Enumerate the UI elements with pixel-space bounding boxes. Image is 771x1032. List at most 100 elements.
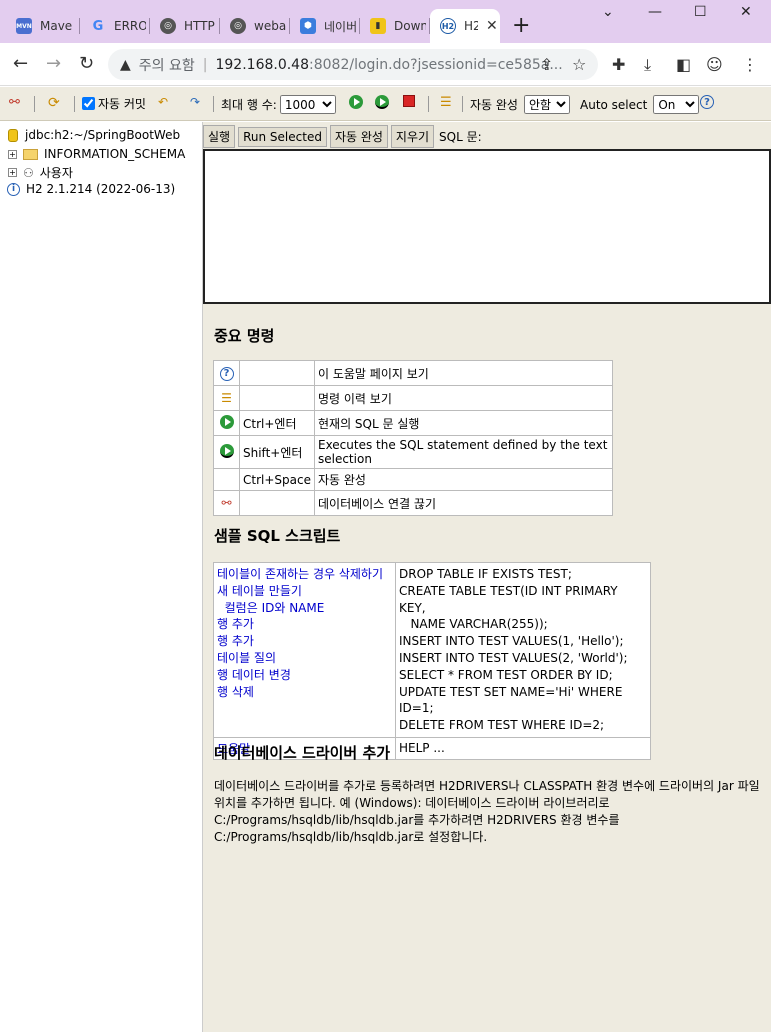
max-rows-select[interactable]: 1000 [279, 95, 336, 114]
separator [428, 96, 429, 112]
tree-users[interactable]: + ⚇ 사용자 [8, 164, 73, 181]
tab-webapp[interactable]: ◎ webapp [220, 9, 290, 43]
run-icon [219, 414, 234, 429]
chevron-down-icon[interactable]: ⌄ [602, 4, 614, 20]
table-row: 테이블이 존재하는 경우 삭제하기 새 테이블 만들기 컬럼은 ID와 NAME… [213, 562, 651, 738]
run-selected-button[interactable]: Run Selected [238, 126, 327, 147]
separator [74, 96, 75, 112]
divider: | [202, 56, 208, 73]
tab-h2[interactable]: H2 H2 ✕ [430, 9, 500, 43]
extensions-icon[interactable]: ✚ [612, 55, 625, 74]
table-row: Ctrl+엔터 현재의 SQL 문 실행 [213, 410, 614, 436]
h2-icon: H2 [440, 18, 456, 34]
star-icon[interactable]: ☆ [572, 55, 586, 74]
sql-button-row: 실행 Run Selected 자동 완성 지우기 SQL 문: [203, 125, 482, 148]
warning-icon[interactable]: ▲ [120, 57, 131, 73]
folder-icon [23, 148, 38, 160]
separator [213, 96, 214, 112]
separator [34, 96, 35, 112]
separator [462, 96, 463, 112]
expand-icon[interactable]: + [8, 149, 17, 159]
sample-link[interactable]: 테이블이 존재하는 경우 삭제하기 [217, 566, 392, 583]
back-icon[interactable]: ← [13, 53, 28, 74]
sql-input[interactable] [203, 149, 771, 304]
refresh-icon[interactable]: ⟳ [48, 95, 60, 111]
tab-strip: MVN Maven G ERROR ◎ HTTP ◎ webapp ⬢ 네이버 … [0, 0, 771, 43]
new-tab-button[interactable]: + [512, 13, 530, 38]
forward-icon[interactable]: → [46, 53, 61, 74]
sidepanel-icon[interactable]: ◧ [676, 55, 691, 74]
autoselect-setting: Auto select On [580, 95, 700, 114]
table-row: ? 이 도움말 페이지 보기 [213, 360, 614, 386]
autocomplete-select[interactable]: 안함 [523, 95, 570, 114]
run-button[interactable]: 실행 [203, 125, 236, 148]
sql-label: SQL 문: [439, 130, 482, 144]
autoselect-select[interactable]: On [653, 95, 700, 114]
autocomplete-button[interactable]: 자동 완성 [329, 125, 388, 148]
run-selected-icon [219, 443, 234, 458]
tree-connection[interactable]: jdbc:h2:~/SpringBootWeb [8, 128, 180, 142]
disconnect-icon: ⚯ [213, 490, 240, 516]
important-commands-title: 중요 명령 [214, 327, 275, 345]
sample-sql-table: 테이블이 존재하는 경우 삭제하기 새 테이블 만들기 컬럼은 ID와 NAME… [213, 562, 651, 760]
tab-maven[interactable]: MVN Maven [6, 9, 80, 43]
table-row: ⚯ 데이터베이스 연결 끊기 [213, 490, 614, 516]
main-panel: 실행 Run Selected 자동 완성 지우기 SQL 문: 중요 명령 ?… [203, 122, 771, 1032]
table-row: ☰ 명령 이력 보기 [213, 385, 614, 411]
database-icon [8, 128, 18, 142]
clear-button[interactable]: 지우기 [390, 125, 435, 148]
security-warning[interactable]: 주의 요함 [139, 55, 195, 75]
download-icon[interactable]: ⤓ [644, 55, 651, 75]
help-icon: ? [219, 366, 234, 381]
commands-table: ? 이 도움말 페이지 보기 ☰ 명령 이력 보기 Ctrl+엔터 현재의 SQ… [213, 360, 614, 516]
sample-link[interactable]: 테이블 질의 [217, 650, 392, 667]
google-icon: G [92, 18, 104, 34]
doc-icon: ▮ [370, 18, 386, 34]
rollback-icon[interactable]: ↶ [158, 95, 168, 109]
tab-error[interactable]: G ERROR [80, 9, 150, 43]
globe-icon: ◎ [230, 18, 246, 34]
sample-link[interactable]: 행 추가 [217, 616, 392, 633]
autocommit-toggle[interactable]: 자동 커밋 [82, 95, 146, 112]
sample-link[interactable]: 행 추가 [217, 633, 392, 650]
tab-download[interactable]: ▮ Download [360, 9, 430, 43]
sample-link[interactable]: 행 삭제 [217, 684, 392, 701]
close-tab-icon[interactable]: ✕ [486, 18, 498, 34]
tab-http[interactable]: ◎ HTTP [150, 9, 220, 43]
address-bar[interactable]: ▲ 주의 요함 | 192.168.0.48 :8082/login.do?js… [108, 49, 598, 80]
close-window-button[interactable]: ✕ [740, 4, 752, 20]
autocommit-checkbox[interactable] [82, 97, 95, 110]
table-row: Shift+엔터 Executes the SQL statement defi… [213, 435, 614, 469]
history-icon[interactable]: ☰ [440, 95, 452, 110]
tab-naver[interactable]: ⬢ 네이버 [290, 9, 360, 43]
sample-link[interactable]: 컬럼은 ID와 NAME [217, 600, 392, 617]
h2-toolbar: ⚯ ⟳ 자동 커밋 ↶ ↷ 최대 행 수: 1000 ☰ 자동 완성 안함 Au… [0, 87, 771, 121]
sample-link[interactable]: 행 데이터 변경 [217, 667, 392, 684]
expand-icon[interactable]: + [8, 168, 17, 177]
menu-icon[interactable]: ⋮ [742, 55, 758, 74]
run-selected-icon[interactable] [375, 95, 389, 109]
sample-sql-title: 샘플 SQL 스크립트 [214, 527, 341, 545]
maven-icon: MVN [16, 18, 32, 34]
globe-icon: ◎ [160, 18, 176, 34]
nav-bar: ← → ↻ ▲ 주의 요함 | 192.168.0.48 :8082/login… [0, 43, 771, 86]
disconnect-icon[interactable]: ⚯ [9, 95, 20, 110]
url-host: 192.168.0.48 [215, 56, 309, 73]
reload-icon[interactable]: ↻ [79, 53, 94, 74]
users-icon: ⚇ [23, 165, 34, 180]
sample-link[interactable]: 새 테이블 만들기 [217, 583, 392, 600]
maximize-button[interactable]: ☐ [694, 4, 707, 20]
help-icon[interactable]: ? [700, 95, 714, 109]
profile-icon[interactable]: ☺ [706, 55, 723, 74]
share-icon[interactable]: ⇪ [540, 55, 553, 74]
info-icon: i [7, 182, 20, 196]
table-row: Ctrl+Space 자동 완성 [213, 468, 614, 491]
stop-icon[interactable] [403, 95, 415, 107]
add-driver-text: 데이터베이스 드라이버를 추가로 등록하려면 H2DRIVERS나 CLASSP… [214, 779, 760, 844]
tree-schema[interactable]: + INFORMATION_SCHEMA [8, 147, 185, 161]
run-icon[interactable] [349, 95, 363, 109]
minimize-button[interactable]: — [648, 4, 662, 20]
max-rows: 최대 행 수: 1000 [221, 95, 336, 114]
url-path: :8082/login.do?jsessionid=ce585a... [309, 56, 563, 73]
commit-icon[interactable]: ↷ [190, 95, 200, 109]
